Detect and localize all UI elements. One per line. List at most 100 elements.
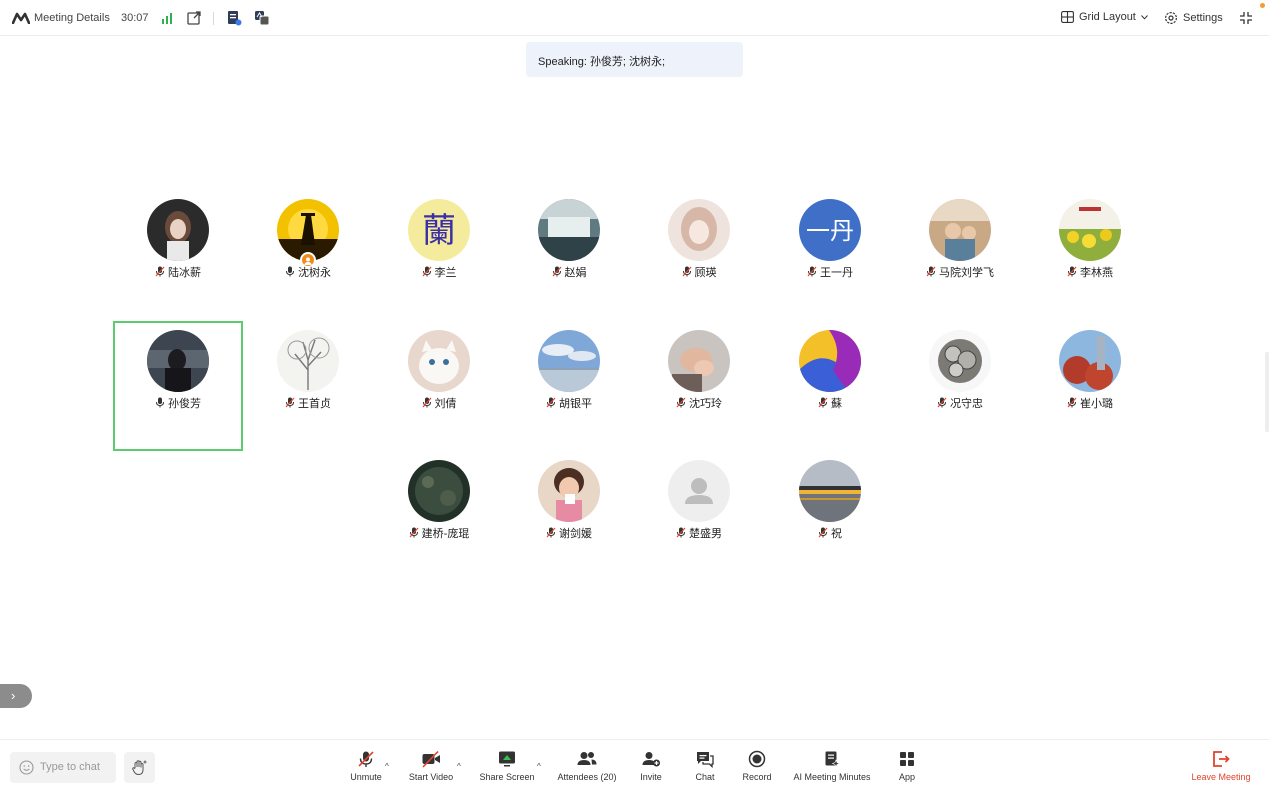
mic-muted-icon: [676, 527, 686, 538]
avatar-initials: 一丹: [806, 217, 854, 245]
app-label: App: [898, 772, 915, 782]
participant-tile[interactable]: 蘭李兰: [374, 190, 504, 320]
mic-muted-icon: [552, 266, 561, 277]
mic-muted-icon: [807, 266, 817, 277]
participant-tile[interactable]: 王首贞: [243, 321, 373, 451]
mic-muted-icon: [1067, 397, 1077, 408]
participant-name: 顾瑛: [694, 267, 717, 279]
mic-muted-icon: [1067, 266, 1077, 277]
app-button[interactable]: App: [897, 750, 917, 790]
participant-tile[interactable]: 沈树永: [243, 190, 373, 320]
avatar: [668, 199, 730, 261]
share-screen-icon: [499, 751, 515, 767]
participant-tile[interactable]: 谢剑媛: [504, 451, 634, 581]
participant-tile[interactable]: 刘倩: [374, 321, 504, 451]
share-options-chevron-icon[interactable]: ^: [537, 762, 541, 771]
document-icon[interactable]: [226, 10, 242, 26]
ai-meeting-minutes-button[interactable]: AI Meeting Minutes: [792, 750, 872, 790]
chat-icon: [697, 752, 714, 768]
leave-meeting-button[interactable]: Leave Meeting: [1189, 750, 1253, 790]
participant-name-row: 赵娟: [504, 264, 634, 280]
participant-tile[interactable]: 马院刘学飞: [895, 190, 1025, 320]
attendees-button[interactable]: Attendees (20): [556, 750, 618, 790]
participant-tile[interactable]: 孙俊芳: [113, 321, 243, 451]
attendees-icon: [577, 752, 597, 765]
participant-name-row: 李林燕: [1025, 264, 1155, 280]
avatar: [538, 460, 600, 522]
speaking-names: 孙俊芳; 沈树永;: [589, 56, 666, 68]
microphone-muted-icon: [358, 751, 374, 767]
translate-icon[interactable]: [254, 10, 270, 26]
chat-input[interactable]: Type to chat: [10, 752, 116, 783]
mic-muted-icon: [409, 527, 419, 538]
video-options-chevron-icon[interactable]: ^: [457, 762, 461, 771]
participant-tile[interactable]: 崔小璐: [1025, 321, 1155, 451]
participant-name: 马院刘学飞: [939, 267, 994, 279]
exit-fullscreen-icon[interactable]: [1239, 11, 1253, 25]
settings-button[interactable]: Settings: [1164, 11, 1223, 25]
grid-icon: [1061, 11, 1074, 23]
participant-name-row: 孙俊芳: [113, 395, 243, 411]
participant-tile[interactable]: 顾瑛: [634, 190, 764, 320]
grid-layout-button[interactable]: Grid Layout: [1061, 11, 1148, 23]
speaking-label: Speaking:: [538, 56, 587, 68]
right-panel-handle[interactable]: [1265, 352, 1269, 432]
audio-options-chevron-icon[interactable]: ^: [385, 762, 389, 771]
participant-tile[interactable]: 祝: [765, 451, 895, 581]
chat-label: Chat: [695, 772, 715, 782]
invite-button[interactable]: Invite: [640, 750, 662, 790]
participant-tile[interactable]: 赵娟: [504, 190, 634, 320]
mic-muted-icon: [926, 266, 936, 277]
avatar: [799, 460, 861, 522]
chat-placeholder: Type to chat: [40, 761, 100, 773]
chat-button[interactable]: Chat: [695, 750, 715, 790]
leave-icon: [1213, 751, 1230, 767]
mic-muted-icon: [285, 397, 295, 408]
chevron-down-icon: [1141, 14, 1148, 20]
avatar: [799, 330, 861, 392]
participant-tile[interactable]: 李林燕: [1025, 190, 1155, 320]
participant-name: 陆冰薪: [168, 267, 201, 279]
mic-on-icon: [156, 397, 164, 408]
participant-tile[interactable]: 蘇: [765, 321, 895, 451]
participant-tile[interactable]: 楚盛男: [634, 451, 764, 581]
participant-tile[interactable]: 建桥-庞琨: [374, 451, 504, 581]
participant-name-row: 马院刘学飞: [895, 264, 1025, 280]
participant-name: 王首贞: [298, 398, 331, 410]
participant-tile[interactable]: 况守忠: [895, 321, 1025, 451]
participant-name-row: 谢剑媛: [504, 525, 634, 541]
participant-name: 王一丹: [820, 267, 853, 279]
participant-tile[interactable]: 沈巧玲: [634, 321, 764, 451]
participant-name-row: 建桥-庞琨: [374, 525, 504, 541]
expand-sidebar-button[interactable]: ›: [0, 684, 32, 708]
participant-tile[interactable]: 胡银平: [504, 321, 634, 451]
participant-name-row: 王首贞: [243, 395, 373, 411]
participant-tile[interactable]: 陆冰薪: [113, 190, 243, 320]
start-video-button[interactable]: Start Video: [407, 750, 455, 790]
participant-name: 沈树永: [298, 267, 331, 279]
record-button[interactable]: Record: [742, 750, 772, 790]
participant-name: 赵娟: [564, 267, 587, 279]
participant-name-row: 李兰: [374, 264, 504, 280]
camera-off-icon: [422, 750, 440, 768]
notification-dot: [1260, 3, 1265, 8]
avatar: [277, 330, 339, 392]
emoji-icon[interactable]: [19, 760, 34, 775]
mic-muted-icon: [546, 397, 556, 408]
participant-name: 胡银平: [559, 398, 592, 410]
raise-hand-button[interactable]: [124, 752, 155, 783]
toolbar-divider: [213, 12, 214, 25]
share-link-icon[interactable]: [186, 10, 202, 26]
network-signal-icon[interactable]: [162, 12, 172, 24]
share-screen-button[interactable]: Share Screen: [479, 750, 535, 790]
unmute-button[interactable]: Unmute: [349, 750, 383, 790]
meeting-details-link[interactable]: Meeting Details: [34, 12, 110, 24]
mic-muted-icon: [155, 266, 165, 277]
meeting-timer: 30:07: [121, 12, 149, 24]
participant-tile[interactable]: 一丹王一丹: [765, 190, 895, 320]
attendees-label: Attendees (20): [557, 772, 617, 782]
participant-name-row: 沈树永: [243, 264, 373, 280]
avatar: [538, 330, 600, 392]
mic-muted-icon: [818, 527, 828, 538]
unmute-label: Unmute: [350, 772, 382, 782]
